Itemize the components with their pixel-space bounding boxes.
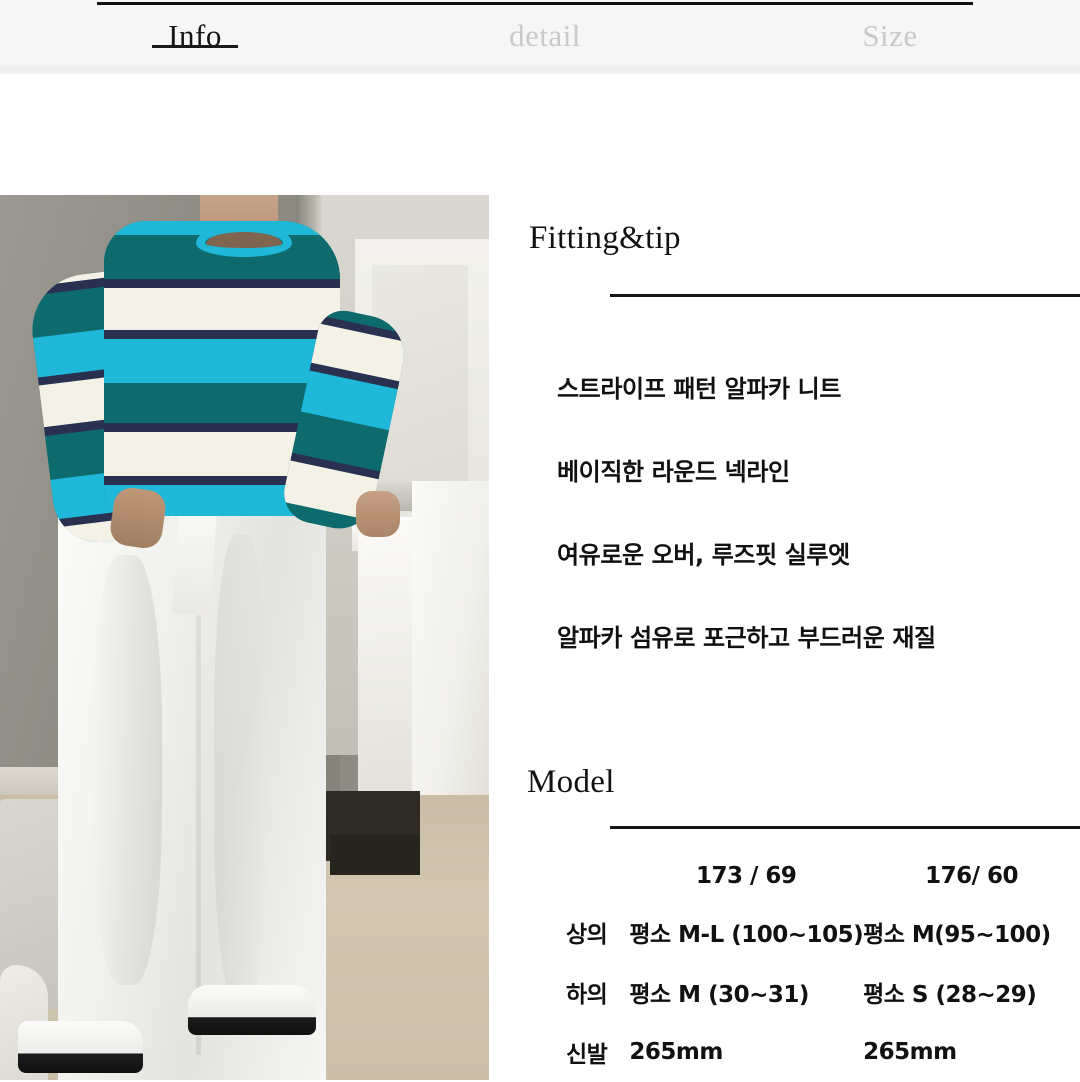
fitting-point: 베이직한 라운드 넥라인 [557, 458, 790, 486]
row-value-b: 평소 S (28~29) [863, 982, 1037, 1008]
table-row: 하의 평소 M (30~31) 평소 S (28~29) [515, 962, 1080, 1022]
fitting-tip-heading: Fitting&tip [529, 220, 681, 256]
row-value-a: 평소 M-L (100~105) [629, 922, 864, 948]
model-table-header: 173 / 69 176/ 60 [515, 850, 1080, 902]
table-row: 신발 265mm 265mm [515, 1022, 1080, 1082]
fitting-point: 여유로운 오버, 루즈핏 실루엣 [557, 541, 850, 569]
row-label: 신발 [566, 1042, 608, 1068]
tab-list: Info detail Size [0, 0, 1080, 74]
fitting-tip-rule [610, 294, 1080, 297]
tab-detail[interactable]: detail [390, 0, 700, 54]
product-photo [0, 195, 489, 1080]
info-panel: Fitting&tip 스트라이프 패턴 알파카 니트 베이직한 라운드 넥라인… [489, 74, 1080, 1080]
model-size-table: 173 / 69 176/ 60 상의 평소 M-L (100~105) 평소 … [515, 850, 1080, 1082]
photo-floor-shadow-2 [330, 835, 420, 875]
photo-pants-fold [92, 555, 162, 985]
photo-model-hand-left [108, 485, 168, 551]
photo-pants-fold [214, 535, 268, 1005]
row-value-b: 265mm [863, 1039, 957, 1065]
model-col-blank [515, 850, 629, 902]
tab-bar: Info detail Size [0, 0, 1080, 74]
tab-detail-label: detail [509, 18, 581, 53]
fitting-tip-list: 스트라이프 패턴 알파카 니트 베이직한 라운드 넥라인 여유로운 오버, 루즈… [557, 369, 1077, 701]
photo-model-shoe-left [18, 1021, 143, 1073]
row-label: 하의 [566, 982, 608, 1008]
model-col-a-head: 173 / 69 [696, 863, 797, 889]
table-row: 상의 평소 M-L (100~105) 평소 M(95~100) [515, 902, 1080, 962]
tab-size[interactable]: Size [700, 0, 1080, 54]
model-heading: Model [527, 764, 615, 800]
row-label: 상의 [566, 922, 608, 948]
photo-model-hand-right [356, 491, 400, 537]
photo-knit-neckline [196, 223, 292, 257]
row-value-b: 평소 M(95~100) [863, 922, 1051, 948]
table-header-row: 173 / 69 176/ 60 [515, 850, 1080, 902]
fitting-point: 스트라이프 패턴 알파카 니트 [557, 375, 842, 403]
model-rule [610, 826, 1080, 829]
row-value-a: 265mm [629, 1039, 723, 1065]
fitting-point: 알파카 섬유로 포근하고 부드러운 재질 [557, 624, 936, 652]
row-value-a: 평소 M (30~31) [629, 982, 809, 1008]
photo-model-shoe-right [188, 985, 316, 1035]
tab-active-underline [152, 45, 238, 48]
model-table-body: 상의 평소 M-L (100~105) 평소 M(95~100) 하의 평소 M… [515, 902, 1080, 1082]
tab-size-label: Size [862, 18, 918, 53]
model-col-b-head: 176/ 60 [925, 863, 1019, 889]
tab-info[interactable]: Info [0, 0, 390, 54]
content-area: Fitting&tip 스트라이프 패턴 알파카 니트 베이직한 라운드 넥라인… [0, 74, 1080, 1080]
